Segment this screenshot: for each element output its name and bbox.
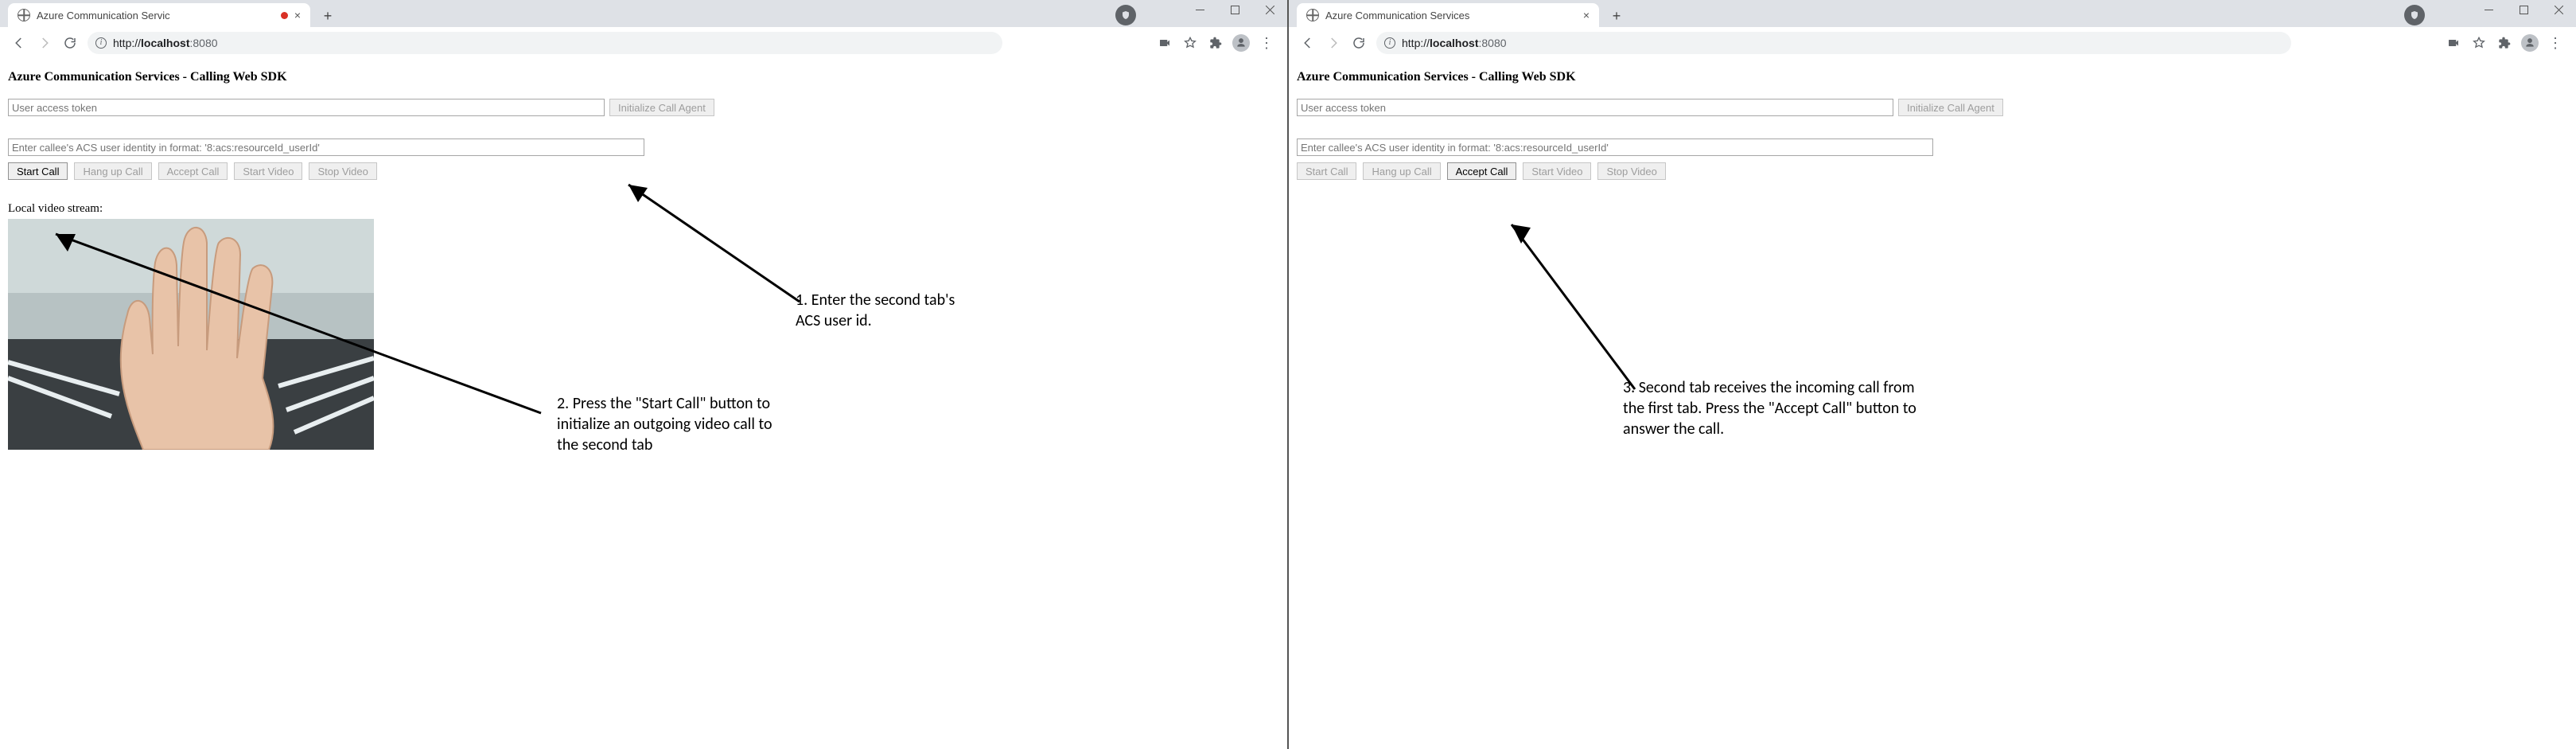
annotation-text-2: 2. Press the "Start Call" button to init…	[557, 393, 772, 455]
chrome-menu-button[interactable]: ⋮	[1255, 32, 1278, 54]
tab-title: Azure Communication Services	[1325, 10, 1577, 21]
globe-icon	[18, 9, 30, 21]
start-call-button[interactable]: Start Call	[8, 162, 68, 180]
user-token-input[interactable]	[8, 99, 605, 116]
forward-button[interactable]	[32, 30, 57, 56]
browser-tab[interactable]: Azure Communication Servic ×	[8, 3, 310, 27]
callee-identity-input[interactable]	[1297, 138, 1933, 156]
site-info-icon[interactable]	[1384, 37, 1395, 49]
hang-up-call-button[interactable]: Hang up Call	[1363, 162, 1440, 180]
tab-title: Azure Communication Servic	[37, 10, 274, 21]
minimize-button[interactable]	[1182, 0, 1217, 19]
camera-indicator-icon[interactable]	[1154, 32, 1176, 54]
reload-button[interactable]	[1346, 30, 1372, 56]
browser-chrome: Azure Communication Services × +	[1289, 0, 2576, 59]
maximize-button[interactable]	[2506, 0, 2541, 19]
forward-button[interactable]	[1321, 30, 1346, 56]
new-tab-button[interactable]: +	[317, 5, 339, 27]
local-video-stream	[8, 219, 374, 450]
page-content: Azure Communication Services - Calling W…	[0, 59, 1287, 749]
bookmark-star-icon[interactable]	[1179, 32, 1201, 54]
annotation-arrow-3	[1496, 210, 1655, 401]
accept-call-button[interactable]: Accept Call	[158, 162, 228, 180]
chrome-menu-button[interactable]: ⋮	[2544, 32, 2566, 54]
initialize-call-agent-button[interactable]: Initialize Call Agent	[609, 99, 714, 116]
url-text: http://localhost:8080	[1402, 37, 1507, 49]
browser-window-left: Azure Communication Servic × +	[0, 0, 1289, 749]
annotation-text-1: 1. Enter the second tab's ACS user id.	[796, 290, 955, 331]
reload-button[interactable]	[57, 30, 83, 56]
incognito-shield-icon	[1115, 5, 1136, 25]
stop-video-button[interactable]: Stop Video	[1597, 162, 1665, 180]
start-video-button[interactable]: Start Video	[234, 162, 302, 180]
close-window-button[interactable]	[1252, 0, 1287, 19]
accept-call-button[interactable]: Accept Call	[1447, 162, 1517, 180]
browser-chrome: Azure Communication Servic × +	[0, 0, 1287, 59]
page-title: Azure Communication Services - Calling W…	[1297, 70, 2568, 84]
page-title: Azure Communication Services - Calling W…	[8, 70, 1279, 84]
globe-icon	[1306, 9, 1319, 21]
camera-indicator-icon[interactable]	[2442, 32, 2465, 54]
initialize-call-agent-button[interactable]: Initialize Call Agent	[1898, 99, 2003, 116]
titlebar: Azure Communication Servic × +	[0, 0, 1287, 27]
stop-video-button[interactable]: Stop Video	[309, 162, 376, 180]
recording-indicator-icon	[281, 12, 288, 19]
profile-button[interactable]	[2519, 32, 2541, 54]
window-controls	[1182, 0, 1287, 19]
window-controls	[2471, 0, 2576, 19]
back-button[interactable]	[1295, 30, 1321, 56]
maximize-button[interactable]	[1217, 0, 1252, 19]
titlebar: Azure Communication Services × +	[1289, 0, 2576, 27]
close-tab-icon[interactable]: ×	[1583, 9, 1590, 21]
incognito-shield-icon	[2404, 5, 2425, 25]
address-bar[interactable]: http://localhost:8080	[88, 32, 1002, 54]
bookmark-star-icon[interactable]	[2468, 32, 2490, 54]
minimize-button[interactable]	[2471, 0, 2506, 19]
back-button[interactable]	[6, 30, 32, 56]
start-video-button[interactable]: Start Video	[1523, 162, 1591, 180]
tabs-strip: Azure Communication Servic × +	[0, 0, 339, 27]
tabs-strip: Azure Communication Services × +	[1289, 0, 1628, 27]
browser-window-right: Azure Communication Services × +	[1289, 0, 2576, 749]
new-tab-button[interactable]: +	[1605, 5, 1628, 27]
profile-button[interactable]	[1230, 32, 1252, 54]
user-token-input[interactable]	[1297, 99, 1893, 116]
toolbar: http://localhost:8080 ⋮	[1289, 27, 2576, 59]
callee-identity-input[interactable]	[8, 138, 644, 156]
site-info-icon[interactable]	[95, 37, 107, 49]
annotation-text-3: 3. Second tab receives the incoming call…	[1623, 377, 1916, 439]
address-bar[interactable]: http://localhost:8080	[1376, 32, 2291, 54]
page-content: Azure Communication Services - Calling W…	[1289, 59, 2576, 749]
close-tab-icon[interactable]: ×	[294, 9, 301, 21]
toolbar: http://localhost:8080 ⋮	[0, 27, 1287, 59]
hang-up-call-button[interactable]: Hang up Call	[74, 162, 151, 180]
annotation-arrow-1	[613, 170, 819, 314]
browser-tab[interactable]: Azure Communication Services ×	[1297, 3, 1599, 27]
extensions-icon[interactable]	[2493, 32, 2516, 54]
url-text: http://localhost:8080	[113, 37, 218, 49]
close-window-button[interactable]	[2541, 0, 2576, 19]
start-call-button[interactable]: Start Call	[1297, 162, 1356, 180]
local-video-stream-label: Local video stream:	[8, 202, 1279, 216]
extensions-icon[interactable]	[1204, 32, 1227, 54]
